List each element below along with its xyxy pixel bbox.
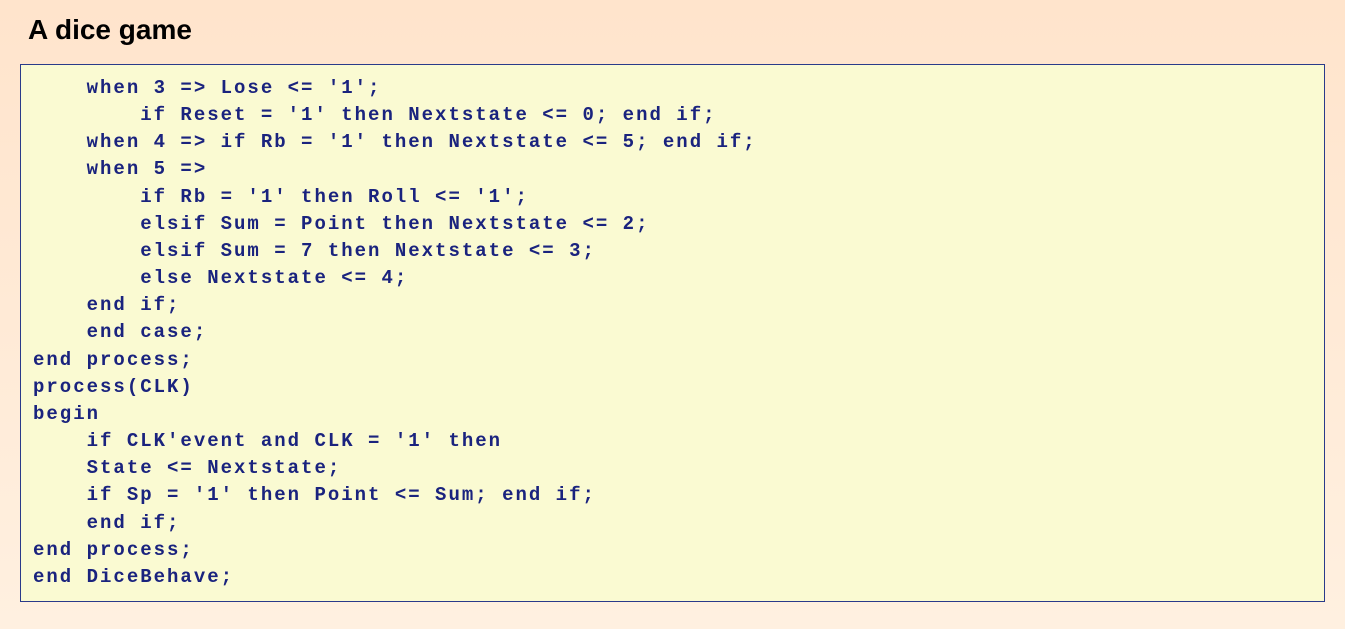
slide-title: A dice game — [28, 14, 1325, 46]
code-block: when 3 => Lose <= '1'; if Reset = '1' th… — [20, 64, 1325, 602]
